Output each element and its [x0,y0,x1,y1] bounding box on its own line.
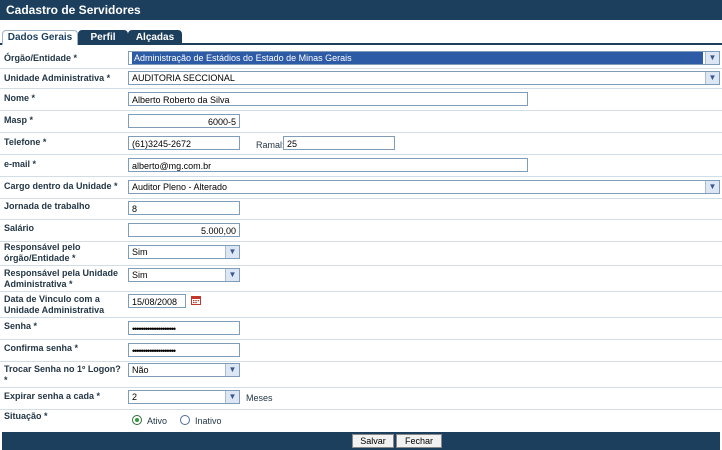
unidade-value: AUDITORIA SECCIONAL [132,73,235,83]
tab-strip: Dados Gerais Perfil Alçadas [0,29,722,45]
row-orgao: Órgão/Entidade * Administração de Estádi… [0,48,722,69]
expirar-select[interactable]: 2 ▼ [128,390,240,404]
senha-input[interactable]: •••••••••••••••••••• [128,321,240,335]
chevron-down-icon[interactable]: ▼ [225,269,239,281]
row-senha: Senha * •••••••••••••••••••• [0,317,722,340]
resp-orgao-select[interactable]: Sim ▼ [128,245,240,259]
email-input[interactable]: alberto@mg.com.br [128,158,528,172]
row-telefone: Telefone * (61)3245-2672 Ramal: 25 [0,132,722,155]
data-vinculo-input[interactable]: 15/08/2008 [128,294,186,308]
trocar-senha-label-2: * [4,375,8,385]
telefone-input[interactable]: (61)3245-2672 [128,136,240,150]
radio-ativo[interactable] [132,415,142,425]
unidade-select[interactable]: AUDITORIA SECCIONAL ▼ [128,71,720,85]
telefone-label: Telefone * [4,137,47,147]
chevron-down-icon[interactable]: ▼ [705,72,719,84]
resp-orgao-label-1: Responsável pelo [4,242,81,252]
masp-input[interactable]: 6000-5 [128,114,240,128]
resp-unidade-label-2: Administrativa * [4,279,73,289]
fechar-button[interactable]: Fechar [396,434,442,448]
orgao-value: Administração de Estádios do Estado de M… [132,52,703,64]
nome-input[interactable]: Alberto Roberto da Silva [128,92,528,106]
expirar-unit: Meses [246,393,273,403]
cargo-label: Cargo dentro da Unidade * [4,181,118,191]
resp-unidade-label-1: Responsável pela Unidade [4,268,119,278]
ativo-label: Ativo [147,416,168,426]
confirma-senha-input[interactable]: •••••••••••••••••••• [128,343,240,357]
row-confirma-senha: Confirma senha * •••••••••••••••••••• [0,339,722,362]
row-salario: Salário 5.000,00 [0,219,722,242]
ramal-input[interactable]: 25 [283,136,395,150]
jornada-input[interactable]: 8 [128,201,240,215]
salvar-button[interactable]: Salvar [352,434,394,448]
resp-orgao-value: Sim [132,247,148,257]
cargo-value: Auditor Pleno - Alterado [132,182,228,192]
tab-dados-gerais[interactable]: Dados Gerais [2,30,78,45]
chevron-down-icon[interactable]: ▼ [225,364,239,376]
chevron-down-icon[interactable]: ▼ [225,391,239,403]
row-nome: Nome * Alberto Roberto da Silva [0,88,722,111]
resp-unidade-select[interactable]: Sim ▼ [128,268,240,282]
calendar-icon[interactable] [191,295,201,305]
trocar-senha-label-1: Trocar Senha no 1º Logon? [4,364,121,374]
expirar-value: 2 [132,392,138,402]
row-trocar-senha: Trocar Senha no 1º Logon? * Não ▼ [0,361,722,388]
row-expirar: Expirar senha a cada * 2 ▼ Meses [0,387,722,410]
data-vinculo-label-2: Unidade Administrativa [4,305,105,315]
row-masp: Masp * 6000-5 [0,110,722,133]
salario-input[interactable]: 5.000,00 [128,223,240,237]
radio-inativo[interactable] [180,415,190,425]
senha-label: Senha * [4,321,38,331]
chevron-down-icon[interactable]: ▼ [705,181,719,193]
tab-alcadas[interactable]: Alçadas [128,30,182,45]
row-unidade: Unidade Administrativa * AUDITORIA SECCI… [0,68,722,89]
email-label: e-mail * [4,159,37,169]
inativo-label: Inativo [195,416,222,426]
row-cargo: Cargo dentro da Unidade * Auditor Pleno … [0,176,722,199]
orgao-select[interactable]: Administração de Estádios do Estado de M… [128,51,720,65]
row-data-vinculo: Data de Vinculo com a Unidade Administra… [0,291,722,318]
cargo-select[interactable]: Auditor Pleno - Alterado ▼ [128,180,720,194]
resp-orgao-label-2: órgão/Entidade * [4,253,76,263]
row-resp-unidade: Responsável pela Unidade Administrativa … [0,265,722,292]
trocar-senha-value: Não [132,365,149,375]
row-email: e-mail * alberto@mg.com.br [0,154,722,177]
masp-label: Masp * [4,115,34,125]
salario-label: Salário [4,223,35,233]
button-bar: Salvar Fechar [2,432,720,450]
row-resp-orgao: Responsável pelo órgão/Entidade * Sim ▼ [0,241,722,266]
chevron-down-icon[interactable]: ▼ [225,246,239,258]
tab-perfil[interactable]: Perfil [78,30,128,45]
nome-label: Nome * [4,93,36,103]
row-jornada: Jornada de trabalho 8 [0,198,722,220]
unidade-label: Unidade Administrativa * [4,73,111,83]
window-title: Cadastro de Servidores [0,0,722,20]
chevron-down-icon[interactable]: ▼ [705,52,719,64]
confirma-senha-label: Confirma senha * [4,343,79,353]
row-situacao: Situação * Ativo Inativo [0,409,722,431]
data-vinculo-label-1: Data de Vinculo com a [4,294,100,304]
trocar-senha-select[interactable]: Não ▼ [128,363,240,377]
situacao-label: Situação * [4,411,48,421]
ramal-label: Ramal: [256,140,285,150]
expirar-label: Expirar senha a cada * [4,391,101,401]
orgao-label: Órgão/Entidade * [4,53,78,63]
jornada-label: Jornada de trabalho [4,201,91,211]
resp-unidade-value: Sim [132,270,148,280]
